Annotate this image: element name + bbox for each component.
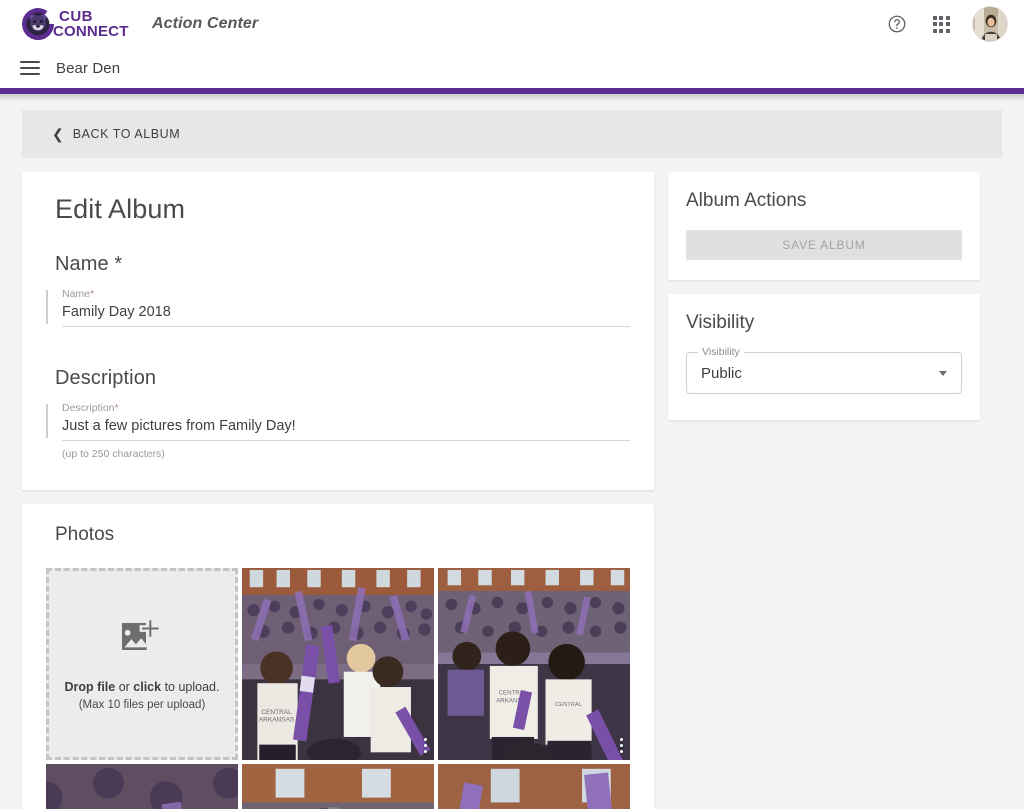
album-description-hint: (up to 250 characters) <box>62 448 165 460</box>
dropzone-bold-drop: Drop file <box>64 680 116 694</box>
photos-heading: Photos <box>55 524 115 545</box>
svg-text:CENTRAL: CENTRAL <box>261 709 292 716</box>
album-description-label: Description* <box>62 402 630 414</box>
app-title: Action Center <box>152 15 259 32</box>
apps-grid-dots <box>932 15 950 33</box>
album-description-field[interactable]: Description* (up to 250 characters) <box>46 402 630 460</box>
site-name: Bear Den <box>56 59 121 77</box>
album-name-label-text: Name <box>62 288 91 300</box>
brand-area: CUB CONNECT Action Center <box>20 5 258 43</box>
album-name-label: Name* <box>62 288 630 300</box>
dropzone-primary-text: Drop file or click to upload. <box>65 680 220 694</box>
album-description-required-marker: * <box>114 402 119 414</box>
dropzone-sub-text: (Max 10 files per upload) <box>78 699 206 711</box>
right-column: Album Actions SAVE ALBUM Visibility Visi… <box>668 172 980 420</box>
photo-thumbnail-1[interactable]: CENTRAL ARKANSAS <box>242 568 434 760</box>
save-album-button[interactable]: SAVE ALBUM <box>686 230 962 260</box>
photo-grid: Drop file or click to upload. (Max 10 fi… <box>46 568 630 809</box>
visibility-select-value: Public <box>701 364 742 382</box>
photo-thumbnail-5[interactable] <box>438 764 630 809</box>
user-avatar[interactable] <box>972 6 1008 42</box>
dropzone-mid-text: or <box>115 680 134 694</box>
hamburger-menu-icon[interactable] <box>20 61 40 75</box>
visibility-panel: Visibility Visibility Public <box>668 294 980 420</box>
album-name-required-marker: * <box>90 288 95 300</box>
add-image-icon <box>119 617 166 664</box>
visibility-select[interactable]: Visibility Public <box>686 346 962 394</box>
content-layout: Edit Album Name * Name* Description Desc… <box>22 172 1002 809</box>
help-circle-icon[interactable] <box>884 11 910 37</box>
photo-thumbnail-3[interactable] <box>46 764 238 809</box>
dropzone-bold-click: click <box>133 680 162 694</box>
cub-connect-logo[interactable]: CUB CONNECT <box>20 5 138 43</box>
album-actions-panel: Album Actions SAVE ALBUM <box>668 172 980 280</box>
more-vertical-icon[interactable] <box>619 737 623 753</box>
description-section-heading: Description <box>55 367 157 389</box>
album-actions-heading: Album Actions <box>686 190 807 211</box>
header-actions <box>884 6 1008 42</box>
top-header-bar: CUB CONNECT Action Center <box>0 0 1024 48</box>
photos-card: Photos Drop file or click to upload. (Ma… <box>22 504 654 809</box>
svg-text:CONNECT: CONNECT <box>53 23 129 40</box>
back-to-album-label: BACK TO ALBUM <box>72 127 181 141</box>
dropzone-end-text: to upload. <box>161 680 220 694</box>
apps-grid-icon[interactable] <box>928 11 954 37</box>
site-nav-bar: Bear Den <box>0 48 1024 88</box>
page-container: ❮ BACK TO ALBUM Edit Album Name * Name* … <box>0 110 1024 809</box>
more-vertical-icon[interactable] <box>423 737 427 753</box>
page-title: Edit Album <box>55 194 186 224</box>
photo-thumbnail-4[interactable] <box>242 764 434 809</box>
photo-upload-dropzone[interactable]: Drop file or click to upload. (Max 10 fi… <box>46 568 238 760</box>
divider-shadow <box>0 94 1024 102</box>
svg-text:ARKANSAS: ARKANSAS <box>259 717 295 724</box>
album-description-label-text: Description <box>62 402 115 414</box>
left-column: Edit Album Name * Name* Description Desc… <box>22 172 654 809</box>
back-to-album-button[interactable]: ❮ BACK TO ALBUM <box>22 110 1002 158</box>
edit-album-card: Edit Album Name * Name* Description Desc… <box>22 172 654 490</box>
album-name-field[interactable]: Name* <box>46 288 630 327</box>
name-section-heading: Name * <box>55 253 123 275</box>
album-name-input[interactable] <box>62 304 630 327</box>
visibility-select-legend: Visibility <box>698 346 744 358</box>
photo-thumbnail-2[interactable]: CENTRAL ARKANSAS CENTRAL <box>438 568 630 760</box>
svg-text:CENTRAL: CENTRAL <box>555 702 582 708</box>
album-description-input[interactable] <box>62 418 630 441</box>
chevron-left-icon: ❮ <box>52 126 64 142</box>
visibility-heading: Visibility <box>686 312 755 333</box>
chevron-down-icon <box>939 370 947 376</box>
